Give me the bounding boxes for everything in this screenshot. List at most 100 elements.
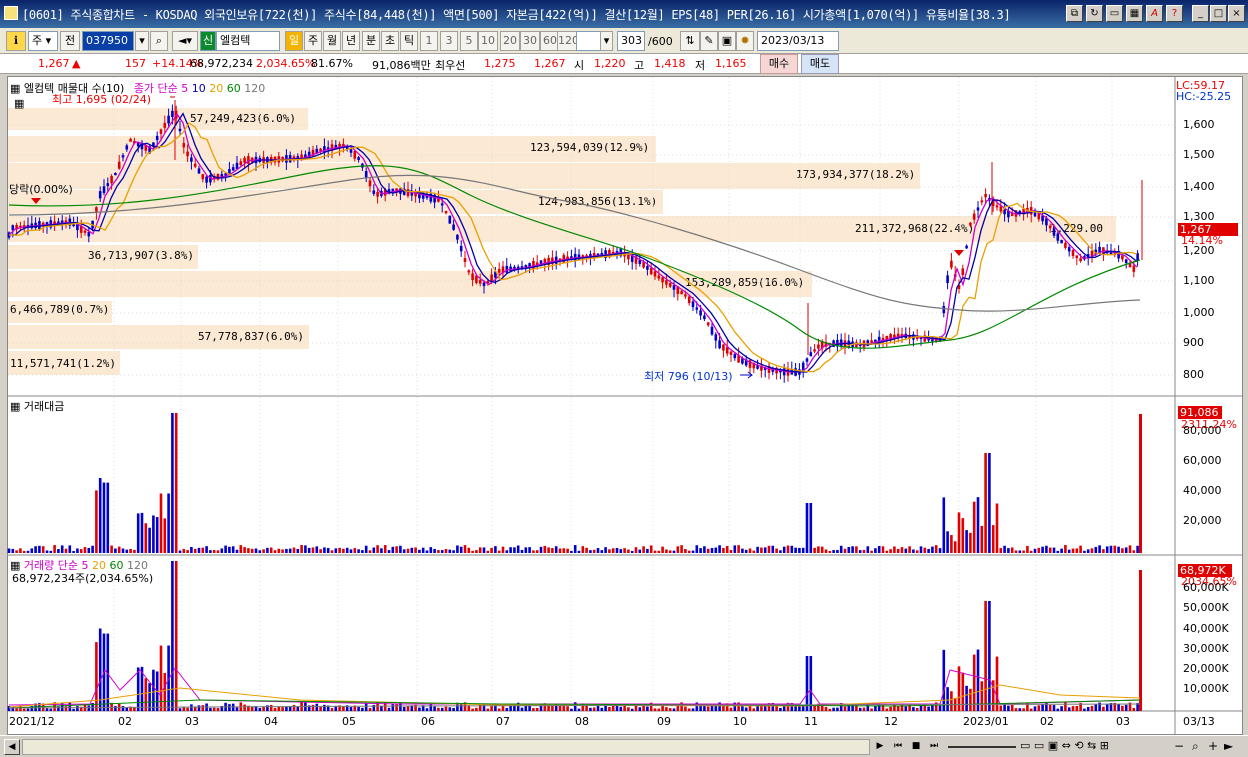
amount-bar: [687, 550, 691, 553]
volume-bar: [216, 708, 220, 711]
scroll-bar[interactable]: ◀ ▶ ⏮ ■ ⏭ ▭ ▭ ▣ ⇔ ⟲ ⇆ ⊞ − ⌕ + ►: [0, 735, 1248, 757]
volume-tick: 20,000K: [1183, 662, 1229, 675]
volume-bar: [691, 708, 695, 711]
candle-body: [729, 351, 733, 355]
amount-bar: [889, 549, 892, 553]
amount-bar: [395, 546, 398, 553]
candle-body: [155, 135, 159, 141]
volume-bar: [748, 706, 752, 711]
amount-bar: [573, 545, 577, 553]
time-tick: 10: [733, 715, 747, 728]
scroll-left-icon[interactable]: ◀: [4, 739, 20, 755]
amount-bar: [254, 548, 258, 553]
amount-bar: [703, 546, 706, 553]
volume-bar: [178, 708, 182, 711]
amount-bar: [775, 548, 778, 553]
amount-bar: [30, 548, 34, 553]
volume-bar: [744, 707, 748, 711]
candle-body: [167, 115, 170, 124]
candle-body: [699, 310, 702, 316]
candle-body: [680, 291, 683, 295]
fast-forward-icon[interactable]: ⏭: [926, 739, 942, 755]
volume-bar: [615, 705, 619, 711]
candle-body: [684, 294, 687, 297]
amount-bar: [950, 535, 953, 553]
amount-bar: [1124, 547, 1128, 553]
volume-bar: [296, 706, 300, 711]
amount-bar: [152, 515, 155, 553]
candle-body: [984, 194, 987, 198]
amount-bar: [1052, 547, 1056, 553]
amount-bar: [874, 548, 877, 553]
candle-body: [121, 155, 125, 158]
amount-bar: [619, 549, 623, 553]
zoom-out-icon[interactable]: −: [1174, 739, 1184, 753]
amount-bar: [281, 549, 284, 553]
volume-bar: [923, 705, 927, 711]
volume-bar: [608, 706, 611, 711]
amount-bar: [186, 550, 189, 553]
time-tick: 08: [575, 715, 589, 728]
amount-bar: [771, 545, 775, 553]
down-marker-icon: [954, 250, 964, 256]
amount-bar: [551, 548, 554, 553]
volume-bar: [870, 708, 873, 711]
volume-bar: [133, 707, 136, 711]
candle-body: [653, 271, 657, 277]
amount-bar: [357, 549, 360, 553]
amount-bar: [414, 547, 417, 553]
amount-bar: [566, 548, 569, 553]
amount-bar: [790, 545, 794, 553]
volume-bar: [828, 708, 832, 711]
amount-bar: [216, 550, 220, 553]
volume-bar: [779, 708, 782, 711]
amount-bar: [285, 548, 288, 553]
scroll-track[interactable]: [22, 739, 870, 755]
candle-body: [456, 234, 459, 240]
amount-bar: [410, 547, 414, 553]
play-icon[interactable]: ▶: [872, 739, 888, 755]
candle-body: [1056, 233, 1060, 241]
volume-bar: [357, 706, 360, 711]
volume-bar: [1086, 707, 1090, 711]
volume-bar: [843, 706, 847, 711]
amount-bar: [1045, 545, 1048, 553]
amount-bar: [110, 545, 113, 553]
zoom-slider[interactable]: [948, 746, 1016, 748]
scroll-right-icon[interactable]: ►: [1224, 739, 1233, 753]
zoom-icon[interactable]: ⌕: [1192, 739, 1199, 754]
chart-canvas[interactable]: [0, 0, 1248, 757]
amount-bar: [516, 545, 520, 553]
candlesticks: [7, 100, 1143, 383]
amount-tick: 60,000: [1183, 454, 1222, 467]
candle-body: [1045, 218, 1048, 226]
panel-grid-icon[interactable]: ▦: [14, 97, 24, 110]
volume-bar: [452, 707, 455, 711]
amount-bar: [513, 547, 516, 553]
volume-bar: [592, 707, 596, 711]
amount-bar: [570, 550, 573, 553]
zoom-in-icon[interactable]: +: [1208, 739, 1218, 753]
amount-bar: [611, 548, 615, 553]
candle-body: [665, 280, 668, 285]
volume-bar: [885, 708, 889, 711]
rewind-icon[interactable]: ⏮: [890, 739, 906, 755]
stop-icon[interactable]: ■: [908, 739, 924, 755]
volume-bar: [889, 706, 892, 711]
amount-bar: [380, 548, 383, 553]
amount-bar: [642, 546, 645, 553]
amount-bar: [896, 548, 900, 553]
time-axis-end: 03/13: [1183, 715, 1215, 728]
amount-bar: [231, 546, 235, 553]
volume-bar: [611, 705, 615, 711]
amount-bar: [828, 550, 832, 553]
volume-bar: [190, 704, 193, 711]
view-mode-icons[interactable]: ▭ ▭ ▣ ⇔ ⟲ ⇆ ⊞: [1020, 739, 1109, 752]
price-tick: 1,200: [1183, 244, 1215, 257]
amount-bar: [201, 547, 205, 553]
amount-bar: [824, 549, 828, 553]
amount-bar: [817, 546, 820, 553]
amount-bar: [680, 545, 683, 553]
candle-body: [969, 222, 972, 226]
amount-bar: [288, 548, 292, 553]
